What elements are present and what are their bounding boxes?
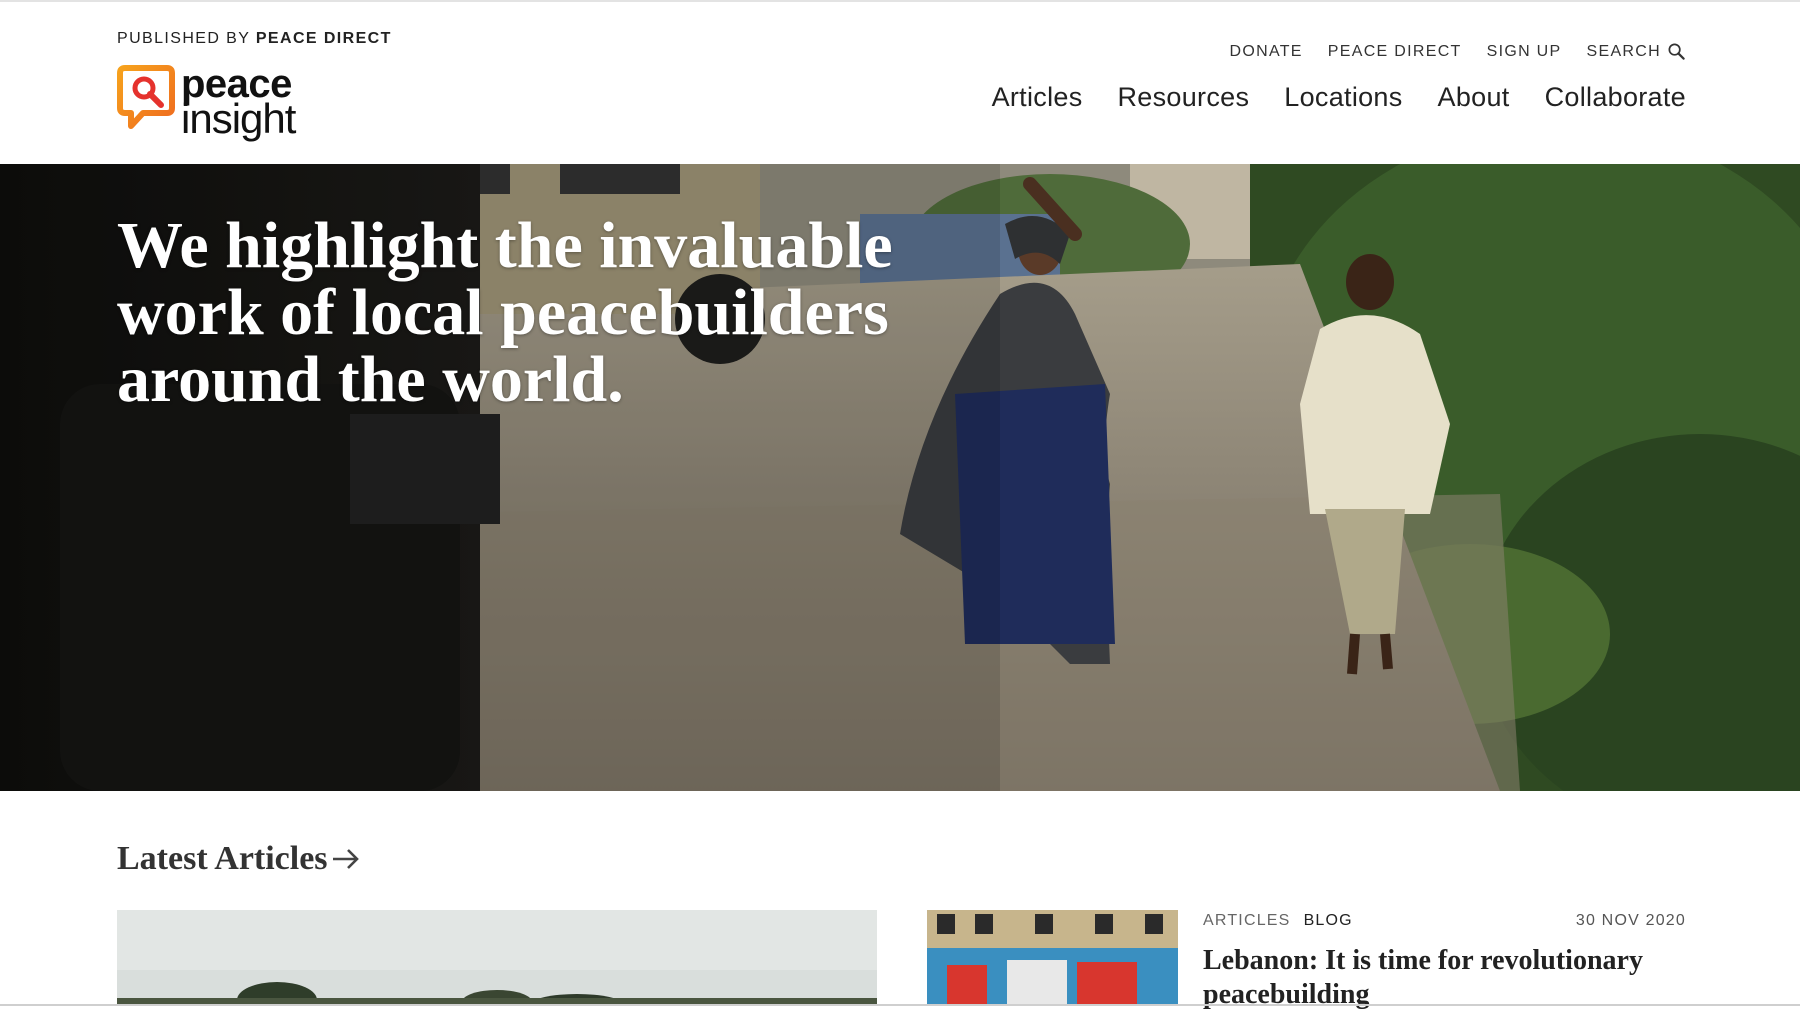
featured-article-photo	[117, 910, 877, 1006]
main-nav: Articles Resources Locations About Colla…	[992, 82, 1686, 113]
latest-articles-label: Latest Articles	[117, 840, 328, 877]
logo-mark-icon	[117, 65, 175, 129]
nav-articles[interactable]: Articles	[992, 82, 1083, 113]
hero-title: We highlight the invaluable work of loca…	[117, 209, 893, 416]
sign-up-link[interactable]: SIGN UP	[1487, 43, 1562, 61]
article-meta: ARTICLES BLOG 30 NOV 2020	[1203, 912, 1686, 930]
published-by-label: PUBLISHED BY PEACE DIRECT	[117, 30, 392, 48]
featured-article-image[interactable]	[117, 910, 877, 1006]
article-title[interactable]: Lebanon: It is time for revolutionary pe…	[1203, 944, 1686, 1012]
article-thumbnail-photo	[927, 910, 1178, 1006]
nav-locations[interactable]: Locations	[1284, 82, 1402, 113]
nav-about[interactable]: About	[1438, 82, 1510, 113]
search-label: SEARCH	[1586, 42, 1661, 60]
donate-link[interactable]: DONATE	[1229, 43, 1302, 61]
nav-collaborate[interactable]: Collaborate	[1545, 82, 1686, 113]
published-org: PEACE DIRECT	[255, 30, 392, 47]
search-icon	[1668, 43, 1685, 60]
logo-word-insight: insight	[181, 95, 296, 142]
article-category-articles[interactable]: ARTICLES	[1203, 912, 1291, 930]
arrow-right-icon	[332, 849, 359, 869]
utility-nav: DONATE PEACE DIRECT SIGN UP SEARCH	[1229, 42, 1686, 61]
latest-articles-heading[interactable]: Latest Articles	[117, 840, 361, 878]
article-date: 30 NOV 2020	[1575, 912, 1686, 929]
hero-banner: We highlight the invaluable work of loca…	[0, 164, 1800, 791]
search-link[interactable]: SEARCH	[1587, 42, 1686, 61]
article-category-blog[interactable]: BLOG	[1304, 912, 1353, 930]
site-header: PUBLISHED BY PEACE DIRECT peace insight …	[0, 2, 1800, 164]
peace-direct-link[interactable]: PEACE DIRECT	[1328, 43, 1462, 61]
nav-resources[interactable]: Resources	[1118, 82, 1250, 113]
site-logo[interactable]: peace insight	[117, 64, 317, 144]
published-prefix: PUBLISHED BY	[117, 30, 250, 47]
article-thumbnail[interactable]	[927, 910, 1178, 1006]
